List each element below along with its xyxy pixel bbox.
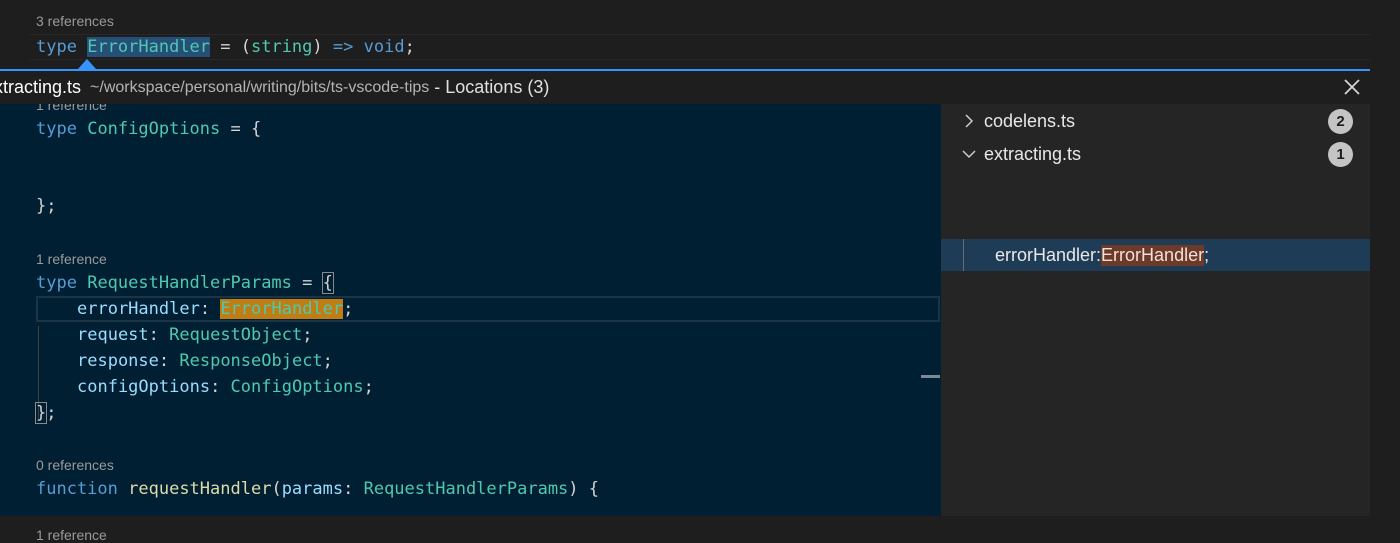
code-punct: = [291,273,323,293]
reference-suffix: ; [1204,244,1210,265]
peek-pointer-icon [78,59,96,69]
code-line[interactable]: }; [36,193,56,219]
property-name: response [77,351,159,371]
type-name: RequestHandlerParams [363,479,569,499]
bracket-match: { [321,272,334,294]
type-name: RequestHandlerParams [87,273,292,293]
peek-body: 1 reference type ConfigOptions = { }; 1 … [0,104,1370,516]
code-punct: : [199,299,221,319]
code-punct: ; [404,37,415,57]
chevron-right-icon [961,113,977,129]
type-name: ConfigOptions [87,119,221,139]
code-line[interactable]: response: ResponseObject; [77,348,333,374]
close-icon[interactable] [1340,75,1364,99]
bracket-match: } [34,402,48,424]
type-void: void [363,37,405,57]
keyword: function [36,479,118,499]
peek-file-path: ~/workspace/personal/writing/bits/ts-vsc… [90,78,430,96]
keyword: type [36,119,77,139]
code-line[interactable]: type ConfigOptions = { [36,116,261,142]
codelens-references[interactable]: 3 references [36,13,114,29]
tree-indent-guide [963,239,964,271]
code-punct: = { [220,119,262,139]
code-line[interactable]: type RequestHandlerParams = { [36,270,334,296]
code-punct: : [343,479,364,499]
codelens-references[interactable]: 1 reference [36,527,107,543]
function-name: requestHandler [128,479,272,499]
code-punct: ; [322,351,333,371]
code-line[interactable]: function requestHandler(params: RequestH… [36,476,599,502]
tree-file-codelens[interactable]: codelens.ts 2 [941,105,1370,137]
property-name: errorHandler [77,299,200,319]
parameter-name: params [281,479,344,499]
type-name: RequestObject [169,325,303,345]
top-editor: 3 references type ErrorHandler = (string… [0,0,1400,70]
count-badge: 2 [1328,109,1353,134]
chevron-down-icon [961,148,977,160]
overview-ruler-mark [921,375,940,378]
code-punct: ) { [568,479,600,499]
keyword: type [36,37,77,57]
code-line[interactable]: request: RequestObject; [77,322,312,348]
code-punct: }; [36,196,57,216]
reference-prefix: errorHandler: [995,244,1102,265]
code-punct: : [148,325,170,345]
peek-title: - Locations (3) [434,77,550,97]
keyword: type [36,273,77,293]
codelens-references[interactable]: 1 reference [36,104,107,113]
codelens-references[interactable]: 0 references [36,457,114,473]
code-line-reference[interactable]: errorHandler: ErrorHandler; [77,296,353,322]
tree-file-label: extracting.ts [984,143,1082,164]
peek-references-widget: xtracting.ts ~/workspace/personal/writin… [0,69,1370,516]
code-punct: ; [343,299,354,319]
count-badge: 1 [1328,142,1353,167]
type-string: string [250,37,313,57]
code-line[interactable]: }; [34,400,57,426]
code-line-type-errorhandler[interactable]: type ErrorHandler = (string) => void; [36,35,415,59]
code-punct: ; [46,403,57,423]
peek-file-name: xtracting.ts [0,77,82,97]
tree-file-extracting[interactable]: extracting.ts 1 [941,138,1370,170]
code-punct: = ( [210,37,251,57]
code-punct: ) [312,37,333,57]
peek-header: xtracting.ts ~/workspace/personal/writin… [0,71,1370,104]
code-punct: ; [302,325,313,345]
code-line[interactable]: configOptions: ConfigOptions; [77,374,374,400]
type-name: ResponseObject [179,351,323,371]
selected-symbol[interactable]: ErrorHandler [87,37,211,57]
tree-reference-item[interactable]: errorHandler: ErrorHandler; [941,239,1370,271]
tree-file-label: codelens.ts [984,110,1076,131]
codelens-references[interactable]: 1 reference [36,251,107,267]
code-punct: ( [271,479,282,499]
peek-editor[interactable]: 1 reference type ConfigOptions = { }; 1 … [0,104,941,516]
code-punct: : [158,351,180,371]
type-name: ConfigOptions [230,377,364,397]
code-punct: ; [363,377,374,397]
property-name: configOptions [77,377,211,397]
references-tree: codelens.ts 2 extracting.ts 1 errorHandl… [941,104,1370,516]
reference-match[interactable]: ErrorHandler [220,299,344,319]
reference-match: ErrorHandler [1101,244,1205,266]
property-name: request [77,325,149,345]
code-punct: : [210,377,231,397]
arrow-token: => [332,37,354,57]
